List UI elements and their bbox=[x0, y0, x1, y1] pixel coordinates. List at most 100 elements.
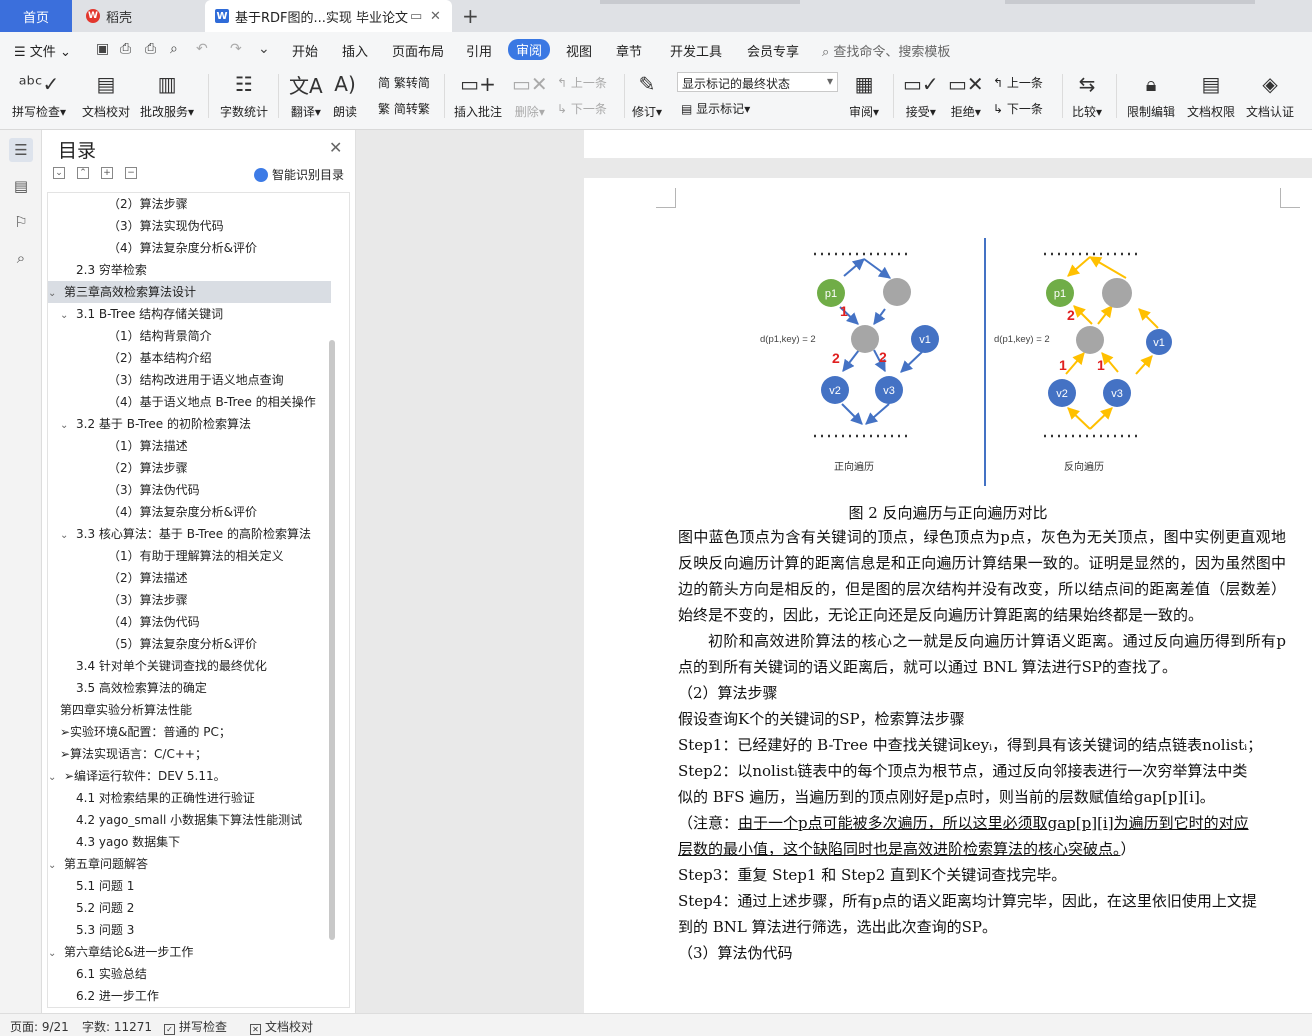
chevron-down-icon[interactable]: ⌄ bbox=[48, 855, 64, 875]
remove-heading-icon[interactable]: − bbox=[125, 167, 137, 179]
add-heading-icon[interactable]: + bbox=[101, 167, 113, 179]
chevron-down-icon[interactable]: ⌄ bbox=[48, 767, 64, 787]
toc-item[interactable]: 2.3 穷举检索 bbox=[48, 259, 331, 281]
toc-item[interactable]: （3）算法伪代码 bbox=[48, 479, 331, 501]
menu-member[interactable]: 会员专享 bbox=[747, 41, 799, 60]
print-icon[interactable]: ⎙ bbox=[145, 41, 156, 57]
tab-close-icon[interactable]: ✕ bbox=[430, 9, 441, 24]
bookmark-icon[interactable]: ⚐ bbox=[9, 210, 33, 234]
toc-item[interactable]: （4）算法复杂度分析&评价 bbox=[48, 237, 331, 259]
next-change-button[interactable]: ↳ 下一条 bbox=[993, 100, 1043, 117]
prev-comment-button[interactable]: ↰ 上一条 bbox=[557, 74, 607, 91]
spell-check-button[interactable]: ᵃᵇᶜ✓ 拼写检查▾ bbox=[12, 70, 66, 124]
toc-item[interactable]: ➢算法实现语言：C/C++； bbox=[48, 743, 331, 765]
toc-item[interactable]: 4.1 对检索结果的正确性进行验证 bbox=[48, 787, 331, 809]
chevron-down-icon[interactable]: ⌄ bbox=[60, 305, 76, 325]
word-count-button[interactable]: ☷ 字数统计 bbox=[220, 70, 268, 124]
menu-developer[interactable]: 开发工具 bbox=[670, 41, 722, 60]
quick-access-more-icon[interactable]: ⌄ bbox=[258, 41, 270, 57]
toc-item[interactable]: 6.2 进一步工作 bbox=[48, 985, 331, 1007]
restrict-edit-button[interactable]: 🔒︎ 限制编辑 bbox=[1127, 70, 1175, 124]
chapter-nav-icon[interactable]: ▤ bbox=[9, 174, 33, 198]
chevron-down-icon[interactable]: ⌄ bbox=[60, 525, 76, 545]
chevron-down-icon[interactable]: ⌄ bbox=[60, 415, 76, 435]
toc-item[interactable]: （4）算法伪代码 bbox=[48, 611, 331, 633]
status-spell-check[interactable]: ✓ 拼写检查 bbox=[164, 1018, 227, 1035]
doc-rights-button[interactable]: ▤ 文档权限 bbox=[1187, 70, 1235, 124]
toc-item[interactable]: 5.1 问题 1 bbox=[48, 875, 331, 897]
word-count-indicator[interactable]: 字数: 11271 bbox=[82, 1018, 152, 1035]
undo-icon[interactable]: ↶ bbox=[196, 41, 208, 57]
new-tab-icon[interactable]: + bbox=[462, 4, 479, 28]
toc-panel-icon[interactable]: ☰ bbox=[9, 138, 33, 162]
toc-item[interactable]: （4）算法复杂度分析&评价 bbox=[48, 501, 331, 523]
toc-item[interactable]: （3）结构改进用于语义地点查询 bbox=[48, 369, 331, 391]
next-comment-button[interactable]: ↳ 下一条 bbox=[557, 100, 607, 117]
toc-item[interactable]: ⌄ 第六章结论&进一步工作 bbox=[48, 941, 331, 963]
toc-item[interactable]: ⌄ ➢编译运行软件：DEV 5.11。 bbox=[48, 765, 331, 787]
trad-to-simp-button[interactable]: 简 繁转简 bbox=[378, 74, 430, 91]
menu-chapter[interactable]: 章节 bbox=[616, 41, 642, 60]
chevron-down-icon[interactable]: ⌄ bbox=[48, 943, 64, 963]
toc-item[interactable]: （1）算法描述 bbox=[48, 435, 331, 457]
track-changes-button[interactable]: ✎ 修订▾ bbox=[632, 70, 662, 124]
toc-item[interactable]: （3）算法步骤 bbox=[48, 589, 331, 611]
toc-item[interactable]: 6.1 实验总结 bbox=[48, 963, 331, 985]
menu-start[interactable]: 开始 bbox=[292, 41, 318, 60]
redo-icon[interactable]: ↷ bbox=[230, 41, 242, 57]
expand-level-icon[interactable]: ⌃ bbox=[77, 167, 89, 179]
toc-item[interactable]: 3.4 针对单个关键词查找的最终优化 bbox=[48, 655, 331, 677]
toc-item[interactable]: （2）算法描述 bbox=[48, 567, 331, 589]
toc-item[interactable]: （1）结构背景简介 bbox=[48, 325, 331, 347]
delete-comment-button[interactable]: ▭✕ 删除▾ bbox=[512, 70, 548, 124]
doc-proof-button[interactable]: ▤ 文档校对 bbox=[82, 70, 130, 124]
toc-item[interactable]: （4）基于语义地点 B-Tree 的相关操作 bbox=[48, 391, 331, 413]
collapse-all-icon[interactable]: ⌄ bbox=[53, 167, 65, 179]
toc-item[interactable]: ⌄ 第五章问题解答 bbox=[48, 853, 331, 875]
chevron-down-icon[interactable]: ⌄ bbox=[48, 283, 64, 303]
tab-pin-icon[interactable]: ▭ bbox=[410, 9, 422, 24]
toc-item[interactable]: 5.2 问题 2 bbox=[48, 897, 331, 919]
file-menu[interactable]: ☰ 文件 ⌄ bbox=[14, 41, 71, 60]
read-aloud-button[interactable]: A) 朗读 bbox=[333, 70, 357, 124]
toc-item[interactable]: ⌄ 3.1 B-Tree 结构存储关键词 bbox=[48, 303, 331, 325]
toc-item[interactable]: ⌄ 3.2 基于 B-Tree 的初阶检索算法 bbox=[48, 413, 331, 435]
toc-item[interactable]: 5.3 问题 3 bbox=[48, 919, 331, 941]
smart-toc-button[interactable]: 智能识别目录 bbox=[254, 166, 344, 183]
toc-item[interactable]: 4.3 yago 数据集下 bbox=[48, 831, 331, 853]
output-icon[interactable]: ⎙ bbox=[120, 41, 131, 57]
toc-item[interactable]: （5）算法复杂度分析&评价 bbox=[48, 633, 331, 655]
toc-item[interactable]: （1）有助于理解算法的相关定义 bbox=[48, 545, 331, 567]
preview-icon[interactable]: ⌕ bbox=[170, 41, 178, 57]
toc-item[interactable]: （2）算法步骤 bbox=[48, 193, 331, 215]
toc-item[interactable]: 3.5 高效检索算法的确定 bbox=[48, 677, 331, 699]
toc-item[interactable]: ⌄ 3.3 核心算法：基于 B-Tree 的高阶检索算法 bbox=[48, 523, 331, 545]
tab-home[interactable]: 首页 bbox=[0, 0, 72, 32]
doc-cert-button[interactable]: ◈ 文档认证 bbox=[1246, 70, 1294, 124]
markup-state-select[interactable]: 显示标记的最终状态 bbox=[677, 72, 838, 92]
translate-button[interactable]: 文A 翻译▾ bbox=[289, 70, 323, 124]
document-page[interactable]: p1 v1 v2 v3 d(p1,key) = 2 1 2 2 正向遍历 p1 … bbox=[584, 178, 1312, 1013]
accept-button[interactable]: ▭✓ 接受▾ bbox=[903, 70, 939, 124]
toc-item[interactable]: （3）算法实现伪代码 bbox=[48, 215, 331, 237]
insert-comment-button[interactable]: ▭+ 插入批注 bbox=[454, 70, 502, 124]
menu-references[interactable]: 引用 bbox=[466, 41, 492, 60]
reject-button[interactable]: ▭✕ 拒绝▾ bbox=[948, 70, 984, 124]
save-icon[interactable]: ▣ bbox=[96, 41, 109, 57]
toc-item[interactable]: ➢实验环境&配置：普通的 PC； bbox=[48, 721, 331, 743]
status-doc-proof[interactable]: ✕ 文档校对 bbox=[250, 1018, 313, 1035]
show-markup-button[interactable]: ▤ 显示标记▾ bbox=[681, 100, 750, 117]
close-icon[interactable]: ✕ bbox=[329, 138, 342, 157]
menu-review[interactable]: 审阅 bbox=[508, 39, 551, 60]
toc-item[interactable]: ⌄ 第三章高效检索算法设计 bbox=[48, 281, 331, 303]
prev-change-button[interactable]: ↰ 上一条 bbox=[993, 74, 1043, 91]
menu-insert[interactable]: 插入 bbox=[342, 41, 368, 60]
compare-button[interactable]: ⇆ 比较▾ bbox=[1072, 70, 1102, 124]
simp-to-trad-button[interactable]: 繁 简转繁 bbox=[378, 100, 430, 117]
toc-item[interactable]: （2）基本结构介绍 bbox=[48, 347, 331, 369]
toc-item[interactable]: （2）算法步骤 bbox=[48, 457, 331, 479]
page-indicator[interactable]: 页面: 9/21 bbox=[10, 1018, 69, 1035]
menu-layout[interactable]: 页面布局 bbox=[392, 41, 444, 60]
toc-item[interactable]: 4.2 yago_small 小数据集下算法性能测试 bbox=[48, 809, 331, 831]
menu-view[interactable]: 视图 bbox=[566, 41, 592, 60]
